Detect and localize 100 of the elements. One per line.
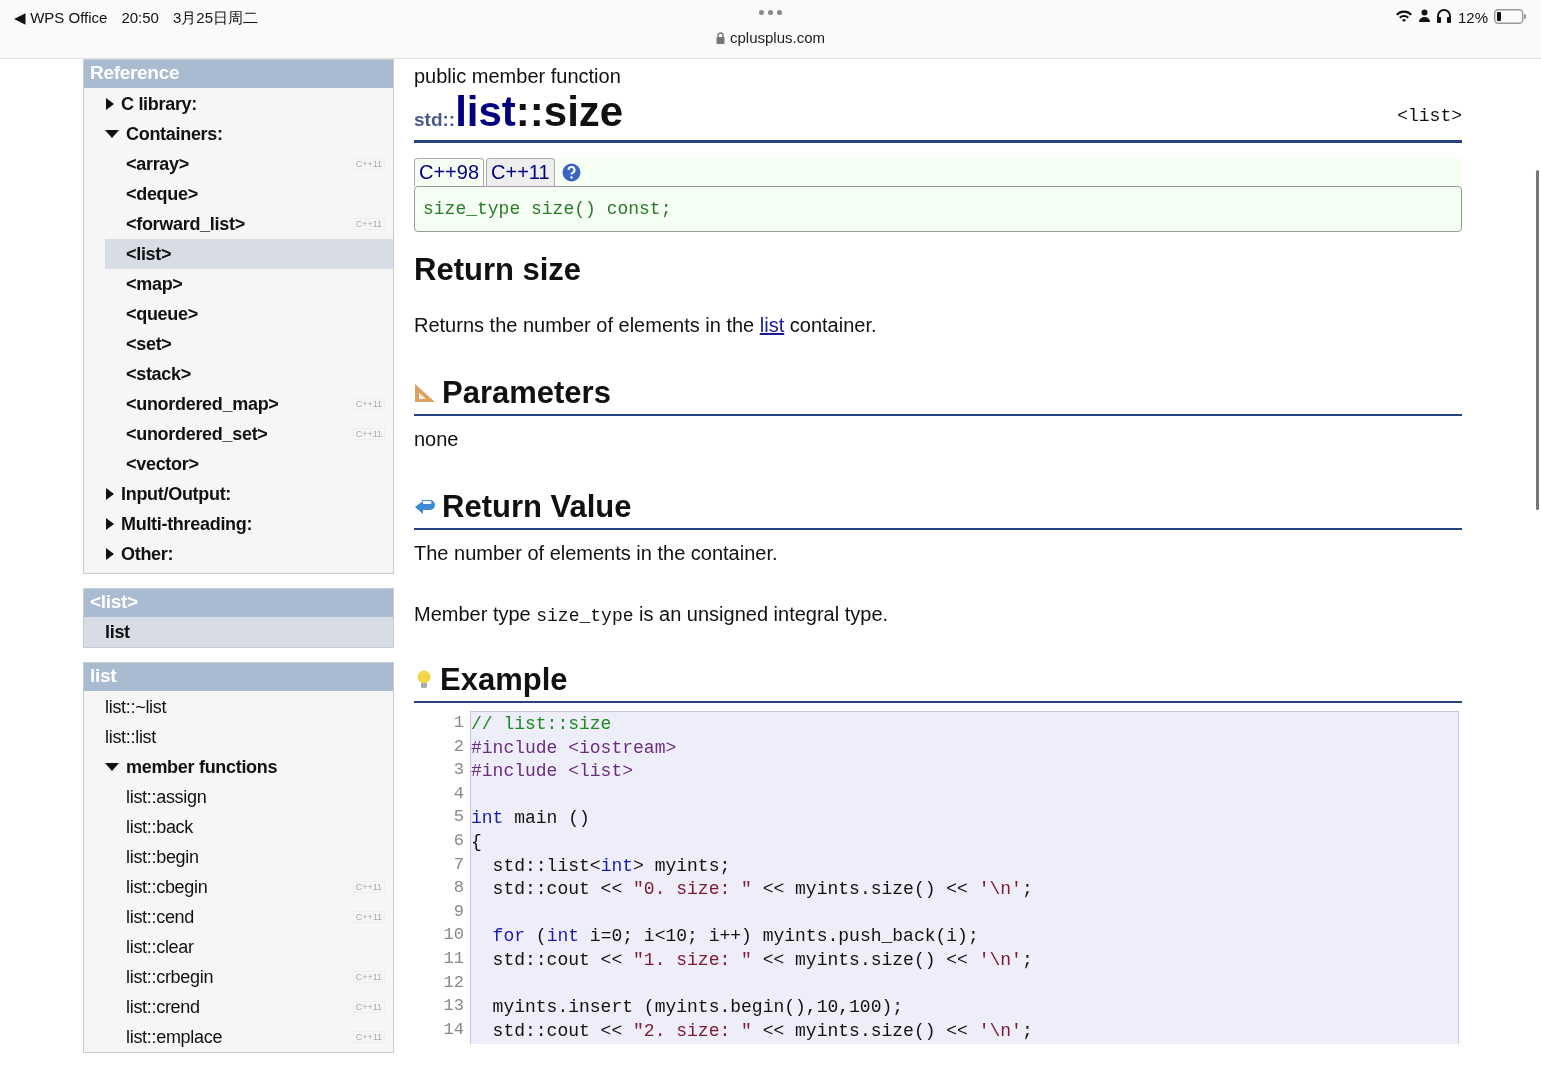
help-icon[interactable] bbox=[561, 162, 581, 182]
sidebar-item[interactable]: <unordered_map> C++11 bbox=[105, 389, 393, 419]
code-line: for (int i=0; i<10; i++) myints.push_back(i); bbox=[491, 926, 980, 949]
code-line: std::cout << "2. size: " << myints.size() << '\n'; bbox=[491, 1020, 1034, 1043]
line-number: 8 bbox=[453, 878, 464, 900]
code-line: { bbox=[471, 831, 483, 854]
code-line: #include <iostream> bbox=[471, 737, 678, 760]
sidebar-item[interactable]: list::cbegin C++11 bbox=[105, 872, 393, 902]
return-arrow-icon bbox=[414, 497, 436, 517]
sidebar-item[interactable]: list::crbegin C++11 bbox=[105, 962, 393, 992]
page-title: std::list::size bbox=[414, 88, 624, 136]
sidebar-item[interactable]: list::back bbox=[105, 812, 393, 842]
version-tag: C++11 bbox=[352, 428, 385, 440]
return-value-text: Member type size_type is an unsigned integral type. bbox=[414, 603, 890, 626]
sidebar-item[interactable]: list::~list bbox=[105, 692, 393, 722]
triangle-right-icon[interactable] bbox=[106, 98, 114, 110]
line-number: 13 bbox=[443, 996, 464, 1018]
version-tag: C++11 bbox=[352, 881, 385, 893]
member-kind-label: public member function bbox=[414, 65, 622, 88]
person-icon bbox=[1418, 9, 1430, 22]
sidebar-item[interactable]: <map> bbox=[105, 269, 393, 299]
line-number: 6 bbox=[453, 830, 464, 852]
triangle-right-icon[interactable] bbox=[106, 548, 114, 560]
return-value-text: The number of elements in the container. bbox=[414, 542, 779, 565]
sidebar-item[interactable]: list::cend C++11 bbox=[105, 902, 393, 932]
line-number: 9 bbox=[453, 901, 464, 923]
code-line: #include <list> bbox=[471, 761, 635, 784]
section-title: Example bbox=[440, 662, 568, 698]
code-line: myints.insert (myints.begin(),10,100); bbox=[491, 997, 905, 1020]
triangle-right-icon[interactable] bbox=[106, 488, 114, 500]
battery-icon bbox=[1494, 9, 1527, 24]
header-reference: <list> bbox=[1397, 106, 1462, 126]
section-title: Return Value bbox=[442, 489, 632, 525]
line-number: 3 bbox=[453, 760, 464, 782]
ruler-triangle-icon bbox=[414, 383, 436, 403]
line-number: 14 bbox=[443, 1019, 464, 1041]
signature-code: size_type size() const; bbox=[414, 186, 1462, 232]
line-number: 4 bbox=[453, 783, 464, 805]
code-line: std::cout << "1. size: " << myints.size() << '\n'; bbox=[491, 949, 1034, 972]
code-line: // list::size bbox=[471, 714, 613, 736]
sidebar-item[interactable]: <unordered_set> C++11 bbox=[105, 419, 393, 449]
panel-title: <list> bbox=[84, 589, 393, 617]
version-tag: C++11 bbox=[352, 911, 385, 923]
code-line: int main () bbox=[471, 808, 591, 831]
sidebar-item[interactable]: <set> bbox=[105, 329, 393, 359]
date-text: 3月25日周二 bbox=[172, 9, 258, 28]
sidebar-item[interactable]: <queue> bbox=[105, 299, 393, 329]
sidebar-item[interactable]: C library: bbox=[105, 89, 393, 119]
sidebar-item[interactable]: list::crend C++11 bbox=[105, 992, 393, 1022]
sidebar-item[interactable]: <list> bbox=[105, 239, 393, 269]
sidebar-item[interactable]: Multi-threading: bbox=[105, 509, 393, 539]
clock-time: 20:50 bbox=[121, 9, 159, 26]
sidebar-item[interactable]: <stack> bbox=[105, 359, 393, 389]
triangle-down-icon[interactable] bbox=[105, 763, 119, 771]
code-line: std::list<int> myints; bbox=[491, 855, 732, 878]
line-number: 7 bbox=[453, 854, 464, 876]
sidebar-item[interactable]: list::emplace C++11 bbox=[105, 1022, 393, 1052]
sidebar-item[interactable]: member functions bbox=[105, 752, 393, 782]
sidebar-item[interactable]: Containers: bbox=[105, 119, 393, 149]
code-line: std::cout << "0. size: " << myints.size() << '\n'; bbox=[491, 879, 1034, 902]
list-link[interactable]: list bbox=[759, 314, 785, 336]
sidebar-item[interactable]: list::assign bbox=[105, 782, 393, 812]
sidebar-item[interactable]: <deque> bbox=[105, 179, 393, 209]
sidebar-item[interactable]: list::list bbox=[105, 722, 393, 752]
version-tag: C++11 bbox=[352, 218, 385, 230]
line-number: 12 bbox=[443, 972, 464, 994]
version-tag: C++11 bbox=[352, 158, 385, 170]
panel-title: Reference bbox=[84, 60, 393, 88]
triangle-right-icon[interactable] bbox=[106, 518, 114, 530]
triangle-down-icon[interactable] bbox=[105, 130, 119, 138]
sidebar-item[interactable]: list::begin bbox=[105, 842, 393, 872]
line-number: 10 bbox=[443, 925, 464, 947]
section-heading: Return size bbox=[414, 252, 583, 288]
battery-percent: 12% bbox=[1457, 9, 1488, 26]
headphones-icon bbox=[1435, 9, 1452, 23]
version-tag: C++11 bbox=[352, 398, 385, 410]
panel-title: list bbox=[84, 663, 393, 691]
version-tag: C++11 bbox=[352, 1031, 385, 1043]
url-text[interactable]: cplusplus.com bbox=[729, 29, 825, 46]
line-number: 1 bbox=[453, 713, 464, 734]
sidebar-item[interactable]: list bbox=[84, 617, 393, 647]
parameters-text: none bbox=[414, 428, 460, 451]
sidebar-item[interactable]: list::clear bbox=[105, 932, 393, 962]
version-tab[interactable]: C++11 bbox=[486, 158, 555, 186]
back-to-app-link[interactable]: ◀ WPS Office bbox=[14, 9, 108, 27]
scrollbar[interactable] bbox=[1536, 170, 1539, 510]
version-tag: C++11 bbox=[352, 1001, 385, 1013]
lock-icon bbox=[715, 31, 725, 44]
sidebar-item[interactable]: <vector> bbox=[105, 449, 393, 479]
wifi-icon bbox=[1394, 9, 1413, 23]
version-tag: C++11 bbox=[352, 971, 385, 983]
version-tab[interactable]: C++98 bbox=[414, 158, 485, 186]
sidebar-item[interactable]: <forward_list> C++11 bbox=[105, 209, 393, 239]
sidebar-item[interactable]: Other: bbox=[105, 539, 393, 569]
more-dots-icon[interactable] bbox=[759, 10, 782, 15]
line-number: 5 bbox=[453, 807, 464, 829]
sidebar-item[interactable]: Input/Output: bbox=[105, 479, 393, 509]
sidebar-item[interactable]: <array> C++11 bbox=[105, 149, 393, 179]
line-number: 2 bbox=[453, 736, 464, 758]
description-text: Returns the number of elements in the list container. bbox=[414, 314, 878, 337]
